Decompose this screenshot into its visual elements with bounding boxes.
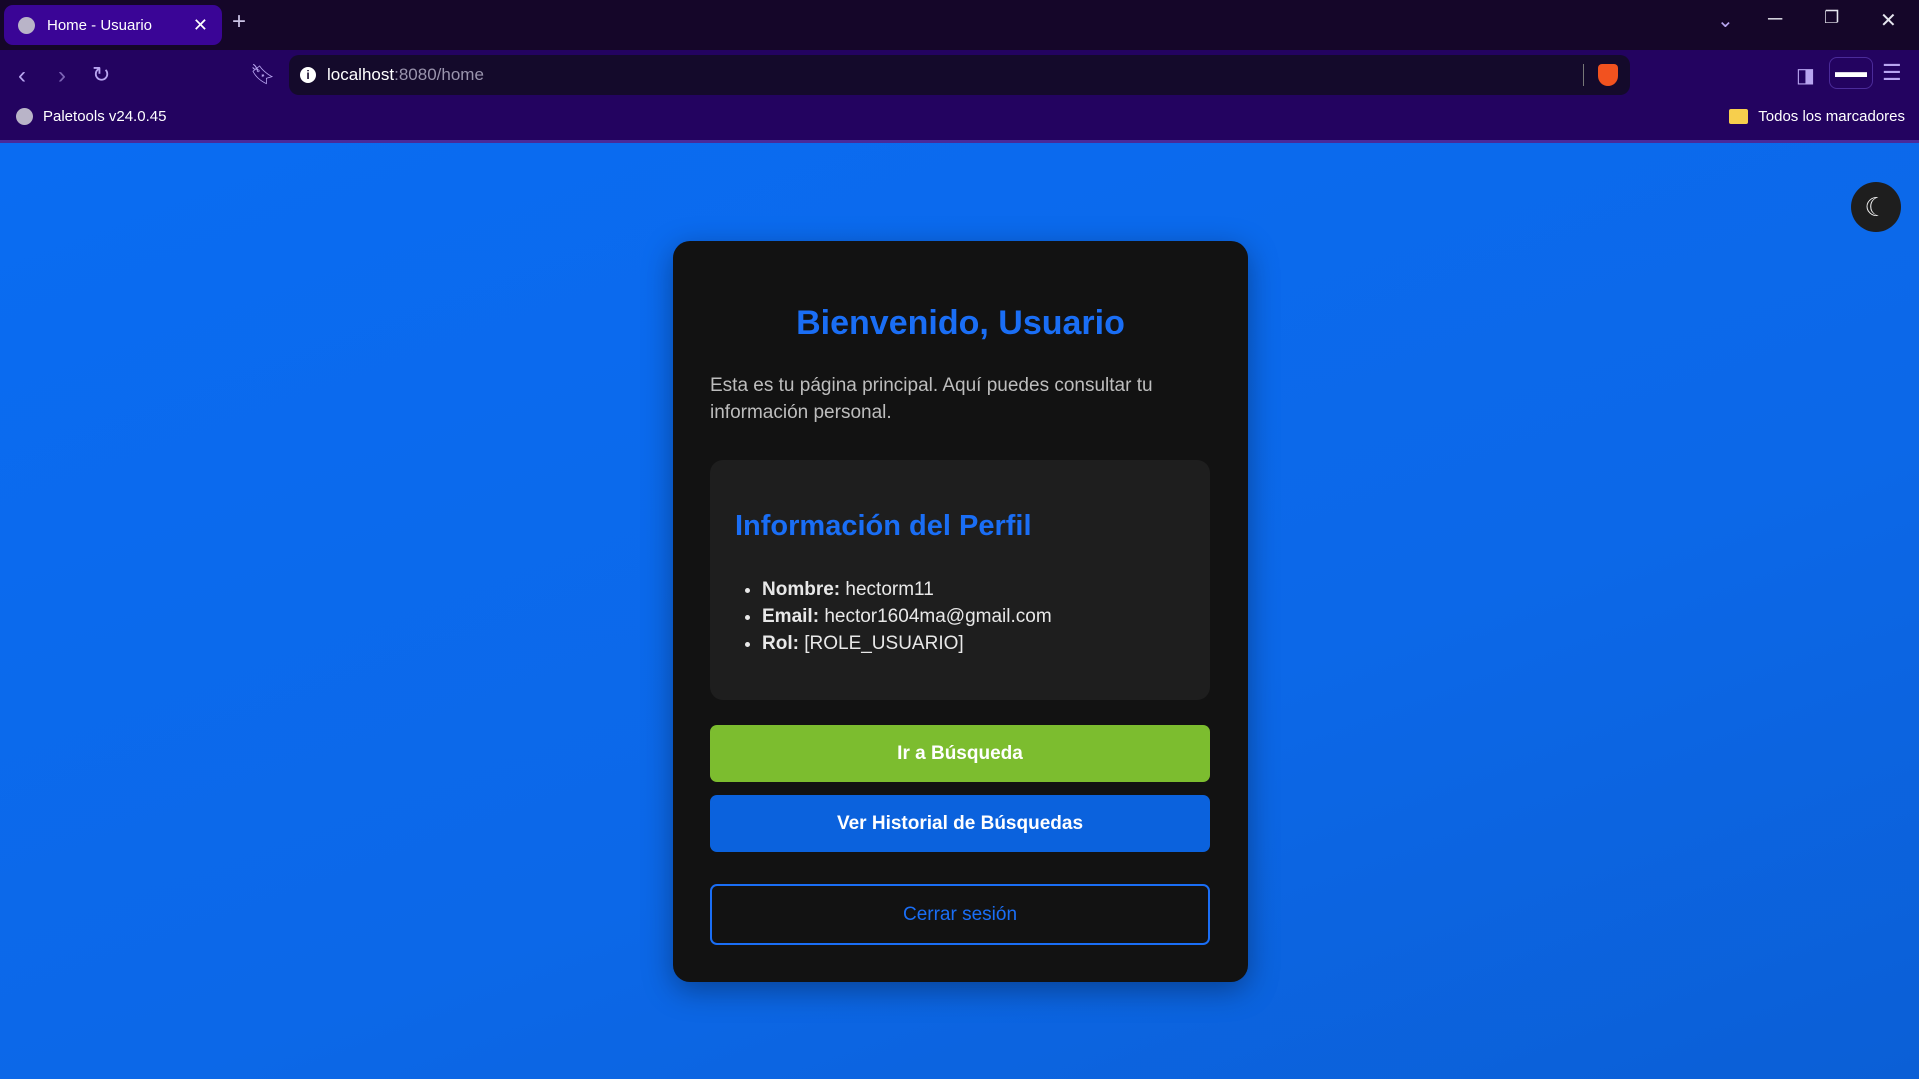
item-label: Nombre: [762, 579, 841, 600]
profile-item-role: Rol: [ROLE_USUARIO] [762, 630, 1052, 657]
all-bookmarks-button[interactable]: Todos los marcadores [1729, 108, 1905, 125]
item-value: hector1604ma@gmail.com [824, 606, 1052, 627]
close-window-button[interactable]: ✕ [1880, 8, 1897, 33]
intro-text: Esta es tu página principal. Aquí puedes… [710, 375, 1153, 423]
bookmark-paletools[interactable]: Paletools v24.0.45 [16, 108, 166, 125]
page-content: ☾ Bienvenido, Usuario Esta es tu página … [0, 143, 1919, 1079]
logout-button[interactable]: Cerrar sesión [710, 884, 1210, 945]
search-history-button[interactable]: Ver Historial de Búsquedas [710, 795, 1210, 852]
divider [1583, 64, 1584, 86]
item-value: [ROLE_USUARIO] [804, 633, 964, 654]
restore-button[interactable]: ❐ [1824, 8, 1839, 28]
minimize-button[interactable]: ─ [1768, 8, 1782, 31]
back-button[interactable]: ‹ [18, 62, 26, 90]
profile-title: Información del Perfil [735, 510, 1032, 542]
item-label: Rol: [762, 633, 799, 654]
item-value: hectorm11 [845, 579, 934, 600]
go-search-button[interactable]: Ir a Búsqueda [710, 725, 1210, 782]
tab-home[interactable]: Home - Usuario ✕ [4, 5, 222, 45]
browser-toolbar: ‹ › ↻ 🔖︎ i localhost:8080/home ◨ ▬▬ ☰ Pa… [0, 50, 1919, 143]
tab-bar: Home - Usuario ✕ + ⌄ ─ ❐ ✕ [0, 0, 1919, 50]
tab-list-chevron-icon[interactable]: ⌄ [1717, 8, 1734, 33]
profile-info-box: Información del Perfil Nombre: hectorm11… [710, 460, 1210, 700]
site-info-icon[interactable]: i [300, 67, 316, 83]
tab-title: Home - Usuario [47, 16, 153, 34]
menu-icon[interactable]: ☰ [1882, 60, 1902, 86]
all-bookmarks-label: Todos los marcadores [1758, 108, 1905, 125]
close-tab-icon[interactable]: ✕ [193, 15, 208, 36]
dark-mode-toggle[interactable]: ☾ [1851, 182, 1901, 232]
globe-icon [18, 16, 35, 34]
address-bar[interactable]: i localhost:8080/home [289, 55, 1630, 95]
url-path: :8080/home [394, 65, 484, 84]
profile-item-email: Email: hector1604ma@gmail.com [762, 603, 1052, 630]
forward-button[interactable]: › [58, 62, 66, 90]
bookmark-icon[interactable]: 🔖︎ [250, 62, 275, 87]
bookmark-label: Paletools v24.0.45 [43, 108, 167, 125]
brave-shield-icon[interactable] [1598, 64, 1618, 86]
item-label: Email: [762, 606, 820, 627]
profile-list: Nombre: hectorm11 Email: hector1604ma@gm… [762, 576, 1052, 657]
folder-icon [1729, 109, 1749, 124]
profile-item-name: Nombre: hectorm11 [762, 576, 1052, 603]
page-title: Bienvenido, Usuario [796, 304, 1125, 342]
reload-button[interactable]: ↻ [92, 62, 110, 88]
globe-icon [16, 108, 33, 125]
moon-icon: ☾ [1864, 191, 1888, 222]
sidebar-toggle-icon[interactable]: ◨ [1796, 63, 1815, 88]
private-glasses-icon[interactable]: ▬▬ [1829, 57, 1873, 89]
url-host: localhost [327, 65, 395, 84]
new-tab-button[interactable]: + [232, 8, 246, 36]
home-card: Bienvenido, Usuario Esta es tu página pr… [673, 241, 1248, 982]
